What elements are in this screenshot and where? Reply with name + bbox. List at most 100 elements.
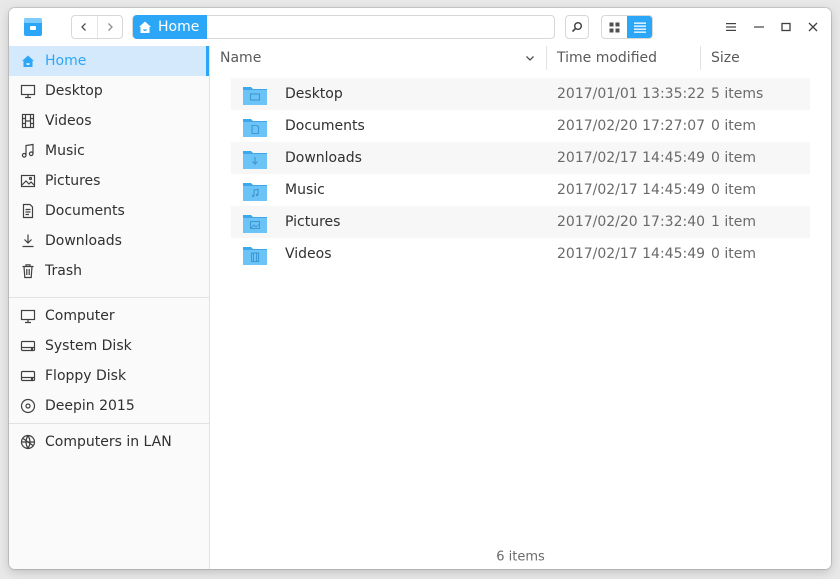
column-header-size-label: Size — [711, 50, 740, 66]
file-time: 2017/01/01 13:35:22 — [557, 86, 706, 102]
file-size: 0 item — [711, 182, 756, 198]
file-name: Documents — [285, 118, 365, 134]
sidebar-item-label: Deepin 2015 — [45, 398, 135, 414]
sidebar-item-home[interactable]: Home — [9, 46, 209, 76]
network-globe-icon — [20, 434, 36, 450]
folder-downloads-icon — [243, 151, 267, 169]
icon-view-button[interactable] — [602, 16, 627, 38]
sidebar-divider — [9, 423, 209, 424]
sidebar-item-label: System Disk — [45, 338, 132, 354]
sidebar-item-desktop[interactable]: Desktop — [9, 76, 209, 106]
disk-icon — [20, 338, 36, 354]
column-divider[interactable] — [546, 46, 547, 70]
view-mode-switch — [601, 15, 653, 39]
folder-pictures-icon — [243, 215, 267, 233]
sidebar: Home Desktop Videos Music Pictures Docum… — [9, 46, 210, 569]
navigation-buttons — [71, 15, 123, 39]
sidebar-item-computer[interactable]: Computer — [9, 301, 209, 331]
file-name: Videos — [285, 246, 332, 262]
sidebar-divider — [9, 297, 209, 298]
title-bar: Home — [9, 8, 831, 46]
folder-videos-icon — [243, 247, 267, 265]
close-button[interactable] — [803, 17, 823, 37]
sidebar-item-deepin-2015[interactable]: Deepin 2015 — [9, 391, 209, 421]
chevron-right-icon — [108, 23, 113, 31]
sidebar-item-system-disk[interactable]: System Disk — [9, 331, 209, 361]
file-size: 0 item — [711, 118, 756, 134]
column-header-time-label: Time modified — [557, 50, 658, 66]
sidebar-item-documents[interactable]: Documents — [9, 196, 209, 226]
chevron-down-icon[interactable] — [525, 55, 535, 62]
film-icon — [20, 113, 36, 129]
minimize-button[interactable] — [749, 17, 769, 37]
list-view-button[interactable] — [627, 16, 652, 38]
sidebar-item-downloads[interactable]: Downloads — [9, 226, 209, 256]
home-icon — [20, 53, 36, 69]
sidebar-item-label: Computers in LAN — [45, 434, 172, 450]
file-size: 0 item — [711, 150, 756, 166]
document-icon — [20, 203, 36, 219]
file-row-documents[interactable]: Documents 2017/02/20 17:27:07 0 item — [231, 110, 810, 142]
column-header-name-label: Name — [220, 50, 262, 66]
file-list-view: Name Time modified Size Desktop 2017/01/… — [210, 46, 831, 569]
file-row-desktop[interactable]: Desktop 2017/01/01 13:35:22 5 items — [231, 78, 810, 110]
file-row-music[interactable]: Music 2017/02/17 14:45:49 0 item — [231, 174, 810, 206]
folder-desktop-icon — [243, 87, 267, 105]
grid-view-icon — [609, 22, 620, 32]
home-icon — [139, 21, 151, 33]
folder-music-icon — [243, 183, 267, 201]
file-row-videos[interactable]: Videos 2017/02/17 14:45:49 0 item — [231, 238, 810, 270]
sidebar-item-label: Downloads — [45, 233, 122, 249]
file-row-downloads[interactable]: Downloads 2017/02/17 14:45:49 0 item — [231, 142, 810, 174]
sidebar-item-pictures[interactable]: Pictures — [9, 166, 209, 196]
sidebar-item-label: Trash — [45, 263, 82, 279]
search-icon — [571, 22, 582, 33]
file-name: Music — [285, 182, 325, 198]
search-button[interactable] — [565, 15, 589, 39]
breadcrumb[interactable]: Home — [132, 15, 555, 39]
file-time: 2017/02/17 14:45:49 — [557, 182, 706, 198]
optical-disc-icon — [20, 398, 36, 414]
breadcrumb-home[interactable]: Home — [133, 15, 208, 39]
file-time: 2017/02/20 17:32:40 — [557, 214, 706, 230]
sidebar-item-trash[interactable]: Trash — [9, 256, 209, 286]
back-button[interactable] — [72, 16, 97, 38]
sidebar-item-label: Computer — [45, 308, 115, 324]
column-header: Name Time modified Size — [210, 46, 831, 70]
file-name: Pictures — [285, 214, 341, 230]
picture-icon — [20, 173, 36, 189]
maximize-icon — [781, 22, 791, 32]
column-header-name[interactable]: Name — [220, 46, 261, 70]
download-icon — [20, 233, 36, 249]
column-header-size[interactable]: Size — [711, 46, 740, 70]
trash-icon — [20, 263, 36, 279]
file-name: Downloads — [285, 150, 362, 166]
file-manager-window: Home Home Desktop Videos Music Pictures … — [9, 8, 831, 569]
breadcrumb-home-label: Home — [158, 19, 200, 35]
sidebar-item-floppy-disk[interactable]: Floppy Disk — [9, 361, 209, 391]
file-name: Desktop — [285, 86, 343, 102]
file-row-pictures[interactable]: Pictures 2017/02/20 17:32:40 1 item — [231, 206, 810, 238]
close-icon — [808, 22, 818, 32]
sidebar-item-label: Music — [45, 143, 85, 159]
sidebar-item-videos[interactable]: Videos — [9, 106, 209, 136]
sidebar-item-label: Pictures — [45, 173, 101, 189]
list-view-icon — [633, 22, 646, 33]
computer-icon — [20, 308, 36, 324]
sidebar-item-computers-in-lan[interactable]: Computers in LAN — [9, 427, 209, 457]
file-size: 5 items — [711, 86, 764, 102]
disk-icon — [20, 368, 36, 384]
sidebar-item-label: Desktop — [45, 83, 103, 99]
column-divider[interactable] — [700, 46, 701, 70]
folder-documents-icon — [243, 119, 267, 137]
menu-button[interactable] — [721, 17, 741, 37]
file-time: 2017/02/17 14:45:49 — [557, 246, 706, 262]
column-header-time[interactable]: Time modified — [557, 46, 657, 70]
file-time: 2017/02/20 17:27:07 — [557, 118, 706, 134]
desktop-icon — [20, 83, 36, 99]
sidebar-item-music[interactable]: Music — [9, 136, 209, 166]
chevron-left-icon — [81, 23, 87, 31]
forward-button[interactable] — [96, 16, 122, 38]
music-note-icon — [20, 143, 36, 159]
maximize-button[interactable] — [776, 17, 796, 37]
